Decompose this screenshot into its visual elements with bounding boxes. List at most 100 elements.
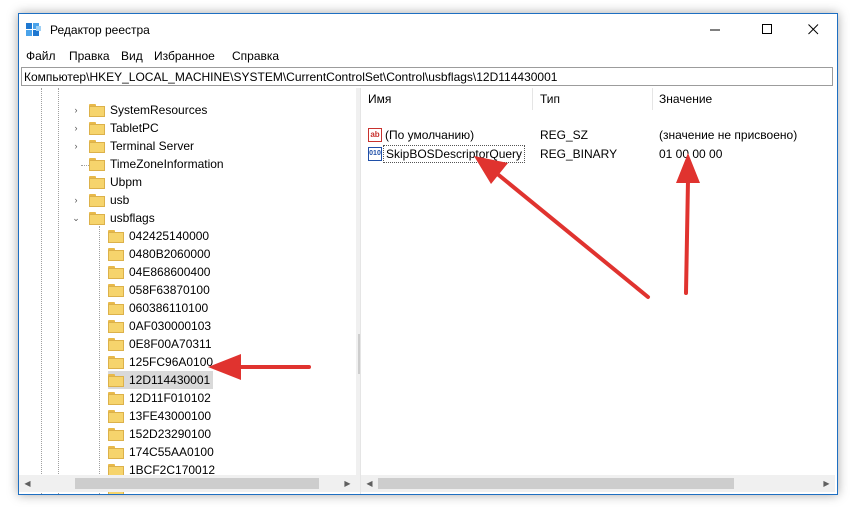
tree-child-item[interactable]: 13FE43000100 — [108, 407, 211, 425]
folder-icon — [89, 139, 105, 153]
expand-arrow-icon[interactable]: › — [71, 141, 81, 151]
scroll-right-icon[interactable]: ▶ — [339, 475, 356, 492]
tree-item-usb[interactable]: usb — [89, 191, 129, 209]
value-type: REG_BINARY — [540, 147, 618, 161]
column-header-type[interactable]: Тип — [540, 92, 560, 106]
folder-icon — [108, 229, 124, 243]
menu-edit[interactable]: Правка — [69, 49, 110, 63]
tree-item-label: usbflags — [110, 211, 155, 225]
menu-help[interactable]: Справка — [232, 49, 279, 63]
tree-child-item-selected[interactable]: 12D114430001 — [108, 371, 214, 389]
value-name: (По умолчанию) — [385, 128, 475, 142]
tree-item-label: Terminal Server — [110, 139, 195, 153]
value-row[interactable]: 010 SkipBOSDescriptorQuery REG_BINARY 01… — [361, 145, 831, 164]
menu-file[interactable]: Файл — [26, 49, 56, 63]
folder-icon — [108, 283, 124, 297]
tree-child-item[interactable]: 152D23290100 — [108, 425, 211, 443]
values-horizontal-scrollbar[interactable]: ◀ ▶ — [361, 475, 835, 492]
menu-favorites[interactable]: Избранное — [154, 49, 215, 63]
folder-icon — [108, 355, 124, 369]
tree-item-label: 0AF030000103 — [129, 319, 212, 333]
tree-child-item[interactable]: 058F63870100 — [108, 281, 210, 299]
values-pane: Имя Тип Значение ab (По умолчанию) REG_S… — [360, 88, 836, 494]
value-data: (значение не присвоено) — [659, 128, 798, 142]
collapse-arrow-icon[interactable]: ⌄ — [71, 213, 81, 223]
tree-item-label: TimeZoneInformation — [110, 157, 224, 171]
tree-item-label: Ubpm — [110, 175, 143, 189]
tree-child-item[interactable]: 04E868600400 — [108, 263, 210, 281]
tree-guide — [99, 226, 100, 494]
value-name: SkipBOSDescriptorQuery — [383, 145, 526, 163]
tree-child-item[interactable]: 060386110100 — [108, 299, 208, 317]
tree-item-label: usb — [110, 193, 130, 207]
folder-icon — [108, 409, 124, 423]
column-divider[interactable] — [532, 88, 533, 110]
maximize-button[interactable] — [745, 14, 789, 45]
tree-item-tabletpc[interactable]: TabletPC — [89, 119, 159, 137]
tree-guide — [58, 88, 59, 494]
value-data: 01 00 00 00 — [659, 147, 723, 161]
folder-icon — [108, 445, 124, 459]
minimize-icon — [709, 29, 720, 31]
close-button[interactable] — [791, 14, 835, 45]
column-header-data[interactable]: Значение — [659, 92, 712, 106]
tree-item-usbflags[interactable]: usbflags — [89, 209, 155, 227]
tree-item-timezoneinformation[interactable]: TimeZoneInformation — [89, 155, 224, 173]
tree-item-label: 04E868600400 — [129, 265, 211, 279]
tree-horizontal-scrollbar[interactable]: ◀ ▶ — [19, 475, 356, 492]
tree-item-label: 152D23290100 — [129, 427, 212, 441]
tree-item-label: 12D114430001 — [129, 373, 211, 387]
tree-item-terminal-server[interactable]: Terminal Server — [89, 137, 194, 155]
registry-editor-window: Редактор реестра Файл Правка Вид Избранн… — [18, 13, 838, 495]
expand-arrow-icon[interactable]: › — [71, 105, 81, 115]
scroll-left-icon[interactable]: ◀ — [19, 475, 36, 492]
column-divider[interactable] — [652, 88, 653, 110]
expand-arrow-icon[interactable]: › — [71, 123, 81, 133]
tree-item-label: 0480B2060000 — [129, 247, 211, 261]
folder-icon — [89, 103, 105, 117]
expand-arrow-icon[interactable]: › — [71, 195, 81, 205]
column-header-name[interactable]: Имя — [368, 92, 391, 106]
maximize-icon — [761, 24, 772, 34]
string-value-icon: ab — [368, 128, 382, 142]
folder-icon — [89, 157, 105, 171]
folder-icon — [108, 319, 124, 333]
tree-item-label: SystemResources — [110, 103, 208, 117]
tree-item-label: 12D11F010102 — [129, 391, 211, 405]
scroll-left-icon[interactable]: ◀ — [361, 475, 378, 492]
tree-child-item[interactable]: 042425140000 — [108, 227, 209, 245]
registry-editor-icon — [26, 23, 41, 36]
scrollbar-thumb[interactable] — [378, 478, 734, 489]
minimize-button[interactable] — [693, 14, 737, 45]
tree-child-item[interactable]: 0AF030000103 — [108, 317, 211, 335]
tree-child-item[interactable]: 12D11F010102 — [108, 389, 211, 407]
tree-item-label: 13FE43000100 — [129, 409, 212, 423]
tree-item-ubpm[interactable]: Ubpm — [89, 173, 142, 191]
folder-icon — [108, 427, 124, 441]
window-title: Редактор реестра — [50, 23, 150, 37]
tree-item-label: 058F63870100 — [129, 283, 210, 297]
scroll-right-icon[interactable]: ▶ — [818, 475, 835, 492]
title-bar[interactable]: Редактор реестра — [19, 14, 837, 45]
folder-icon — [108, 391, 124, 405]
tree-item-systemresources[interactable]: SystemResources — [89, 101, 207, 119]
address-bar[interactable]: Компьютер\HKEY_LOCAL_MACHINE\SYSTEM\Curr… — [21, 67, 833, 86]
tree-item-label: 0E8F00A70311 — [129, 337, 212, 351]
folder-icon — [108, 337, 124, 351]
tree-child-item[interactable]: 125FC96A0100 — [108, 353, 213, 371]
folder-icon — [89, 193, 105, 207]
tree-child-item[interactable]: 0E8F00A70311 — [108, 335, 212, 353]
tree-child-item[interactable]: 174C55AA0100 — [108, 443, 214, 461]
key-tree: SystemResources › TabletPC › Terminal Se… — [19, 88, 356, 494]
tree-item-label: 125FC96A0100 — [129, 355, 214, 369]
tree-guide — [81, 165, 89, 166]
tree-guide — [41, 88, 42, 494]
tree-item-label: 174C55AA0100 — [129, 445, 214, 459]
scrollbar-thumb[interactable] — [75, 478, 319, 489]
folder-icon — [108, 265, 124, 279]
menu-bar: Файл Правка Вид Избранное Справка — [19, 45, 837, 66]
folder-icon — [108, 247, 124, 261]
menu-view[interactable]: Вид — [121, 49, 143, 63]
value-row[interactable]: ab (По умолчанию) REG_SZ (значение не пр… — [361, 126, 831, 145]
tree-child-item[interactable]: 0480B2060000 — [108, 245, 210, 263]
